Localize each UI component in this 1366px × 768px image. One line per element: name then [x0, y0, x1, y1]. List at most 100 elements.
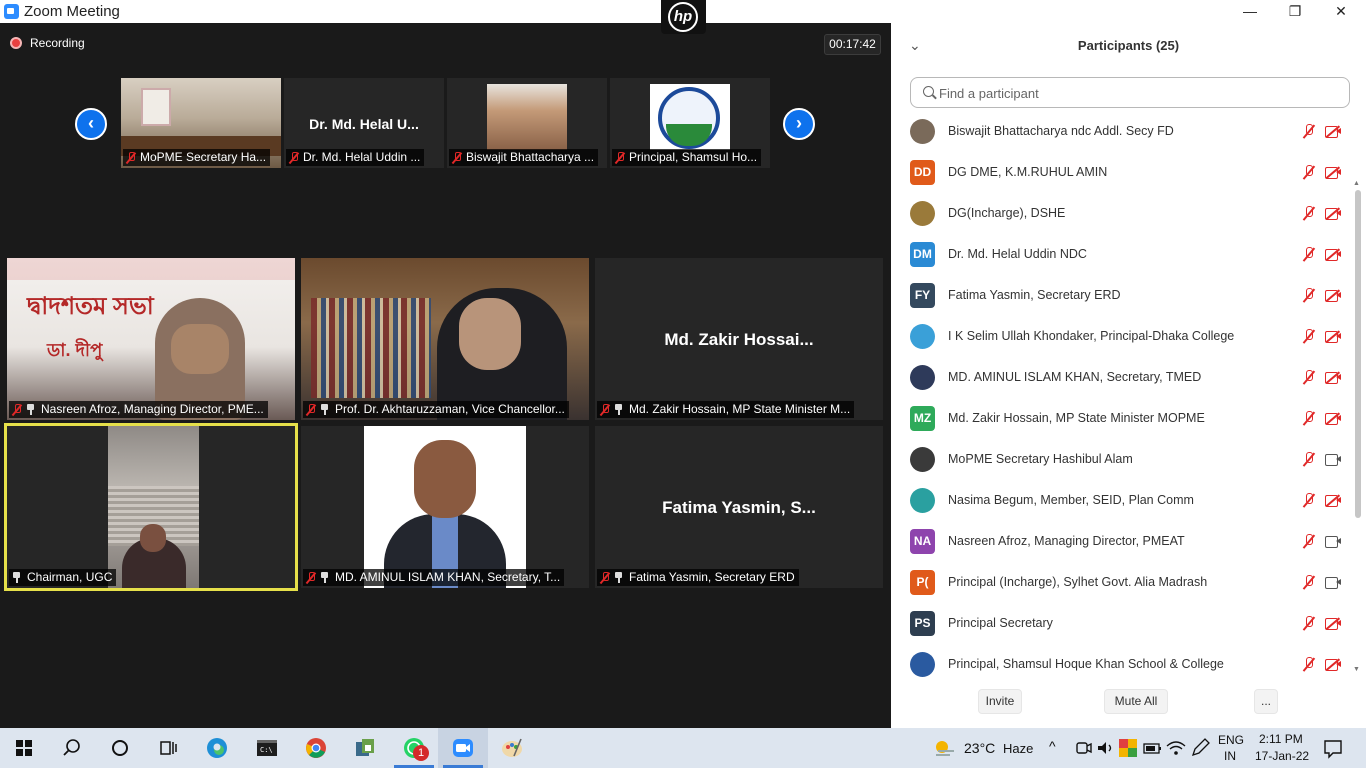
video-off-icon[interactable]	[1325, 413, 1342, 425]
video-off-icon[interactable]	[1325, 167, 1342, 179]
participant-row[interactable]: DM Dr. Md. Helal Uddin NDC	[891, 234, 1353, 275]
video-off-icon[interactable]	[1325, 659, 1342, 671]
video-camera-icon[interactable]	[1325, 536, 1342, 548]
video-off-icon[interactable]	[1325, 208, 1342, 220]
volume-icon[interactable]	[1094, 736, 1118, 760]
clock-date[interactable]: 17-Jan-22	[1255, 749, 1309, 763]
participant-row[interactable]: DD DG DME, K.M.RUHUL AMIN	[891, 152, 1353, 193]
video-tile[interactable]: Prof. Dr. Akhtaruzzaman, Vice Chancellor…	[301, 258, 589, 420]
chrome-icon[interactable]	[304, 736, 328, 760]
input-region-indicator[interactable]: IN	[1224, 749, 1236, 763]
whatsapp-icon[interactable]: 1	[402, 736, 429, 761]
mic-muted-icon[interactable]	[1302, 657, 1316, 672]
participant-row[interactable]: MZ Md. Zakir Hossain, MP State Minister M…	[891, 398, 1353, 439]
scrollbar-thumb[interactable]	[1355, 190, 1361, 518]
mic-muted-icon[interactable]	[1302, 370, 1316, 385]
strip-prev-button[interactable]: ‹	[75, 108, 107, 140]
participant-row[interactable]: PS Principal Secretary	[891, 603, 1353, 644]
close-button[interactable]: ✕	[1318, 0, 1364, 23]
recording-indicator[interactable]: Recording	[10, 34, 85, 52]
video-off-icon[interactable]	[1325, 495, 1342, 507]
more-options-button[interactable]: ...	[1254, 689, 1278, 714]
participant-row[interactable]: P( Principal (Incharge), Sylhet Govt. Ali…	[891, 562, 1353, 603]
windows-start-icon[interactable]	[12, 736, 36, 760]
mic-muted-icon[interactable]	[1302, 165, 1316, 180]
mic-muted-icon[interactable]	[1302, 124, 1316, 139]
video-tile[interactable]: MD. AMINUL ISLAM KHAN, Secretary, T...	[301, 426, 589, 588]
video-thumbnail[interactable]: Principal, Shamsul Ho...	[610, 78, 770, 168]
mic-muted-icon[interactable]	[1302, 329, 1316, 344]
pen-icon[interactable]	[1188, 736, 1212, 760]
cortana-icon[interactable]	[108, 736, 132, 760]
strip-next-button[interactable]: ›	[783, 108, 815, 140]
tray-app-icon[interactable]	[1116, 736, 1140, 760]
language-indicator[interactable]: ENG	[1218, 733, 1244, 747]
video-camera-icon[interactable]	[1325, 454, 1342, 466]
meet-now-icon[interactable]	[1071, 736, 1095, 760]
minimize-button[interactable]: —	[1227, 0, 1273, 23]
avatar: NA	[910, 529, 935, 554]
zoom-icon[interactable]	[451, 736, 475, 760]
video-thumbnail[interactable]: MoPME Secretary Ha...	[121, 78, 281, 168]
avatar: P(	[910, 570, 935, 595]
invite-button[interactable]: Invite	[978, 689, 1022, 714]
video-off-icon[interactable]	[1325, 331, 1342, 343]
terminal-icon[interactable]: C:\	[255, 736, 279, 760]
video-camera-icon[interactable]	[1325, 577, 1342, 589]
video-off-icon[interactable]	[1325, 618, 1342, 630]
video-tile[interactable]: Fatima Yasmin, S... Fatima Yasmin, Secre…	[595, 426, 883, 588]
participant-row[interactable]: Nasima Begum, Member, SEID, Plan Comm	[891, 480, 1353, 521]
video-tile[interactable]: Md. Zakir Hossai... Md. Zakir Hossain, M…	[595, 258, 883, 420]
mic-muted-icon[interactable]	[1302, 493, 1316, 508]
participant-row[interactable]: FY Fatima Yasmin, Secretary ERD	[891, 275, 1353, 316]
participant-row[interactable]: MoPME Secretary Hashibul Alam	[891, 439, 1353, 480]
mic-muted-icon[interactable]	[1302, 206, 1316, 221]
participant-row[interactable]: MD. AMINUL ISLAM KHAN, Secretary, TMED	[891, 357, 1353, 398]
task-view-icon[interactable]	[156, 736, 180, 760]
video-off-icon[interactable]	[1325, 290, 1342, 302]
video-off-icon[interactable]	[1325, 372, 1342, 384]
show-hidden-icons-chevron-icon[interactable]: ^	[1049, 738, 1056, 754]
edge-icon[interactable]	[205, 736, 229, 760]
mic-muted-icon[interactable]	[1302, 247, 1316, 262]
weather-condition[interactable]: Haze	[1003, 741, 1033, 756]
wifi-icon[interactable]	[1164, 736, 1188, 760]
video-thumbnail[interactable]: Dr. Md. Helal U... Dr. Md. Helal Uddin .…	[284, 78, 444, 168]
maximize-button[interactable]: ❐	[1272, 0, 1318, 23]
scroll-down-arrow[interactable]: ▼	[1353, 666, 1360, 673]
video-off-icon[interactable]	[1325, 126, 1342, 138]
mute-all-button[interactable]: Mute All	[1104, 689, 1168, 714]
participant-row[interactable]: DG(Incharge), DSHE	[891, 193, 1353, 234]
paint-icon[interactable]	[500, 736, 524, 760]
active-speaker-tile[interactable]: Chairman, UGC	[4, 423, 298, 591]
mic-muted-icon[interactable]	[1302, 411, 1316, 426]
mic-muted-icon[interactable]	[1302, 452, 1316, 467]
app-icon[interactable]	[353, 736, 377, 760]
video-thumbnail[interactable]: Biswajit Bhattacharya ...	[447, 78, 607, 168]
clock-time[interactable]: 2:11 PM	[1259, 732, 1303, 746]
mic-muted-icon	[306, 571, 316, 584]
mic-muted-icon[interactable]	[1302, 288, 1316, 303]
video-off-icon[interactable]	[1325, 249, 1342, 261]
hp-logo: hp	[661, 0, 706, 34]
weather-icon[interactable]	[932, 736, 956, 760]
mic-muted-icon	[452, 151, 462, 164]
search-icon[interactable]	[60, 736, 84, 760]
participant-row[interactable]: Principal, Shamsul Hoque Khan School & C…	[891, 644, 1353, 677]
participant-search-input[interactable]	[939, 84, 1339, 102]
participant-row[interactable]: NA Nasreen Afroz, Managing Director, PMEA…	[891, 521, 1353, 562]
scroll-up-arrow[interactable]: ▲	[1353, 180, 1360, 187]
mic-muted-icon[interactable]	[1302, 575, 1316, 590]
weather-temperature[interactable]: 23°C	[964, 740, 995, 756]
participant-search[interactable]	[910, 77, 1350, 108]
svg-text:C:\: C:\	[260, 746, 273, 754]
mic-muted-icon[interactable]	[1302, 616, 1316, 631]
participant-row[interactable]: Biswajit Bhattacharya ndc Addl. Secy FD	[891, 111, 1353, 152]
notification-center-icon[interactable]	[1321, 736, 1345, 760]
battery-icon[interactable]	[1140, 736, 1164, 760]
participant-row[interactable]: I K Selim Ullah Khondaker, Principal-Dha…	[891, 316, 1353, 357]
mic-muted-icon[interactable]	[1302, 534, 1316, 549]
participant-name: Principal (Incharge), Sylhet Govt. Alia …	[948, 575, 1208, 589]
video-tile[interactable]: দ্বাদশতম সভা ডা. দীপু Nasreen Afroz, Man…	[7, 258, 295, 420]
participants-header: ⌄ Participants (25)	[891, 23, 1366, 69]
